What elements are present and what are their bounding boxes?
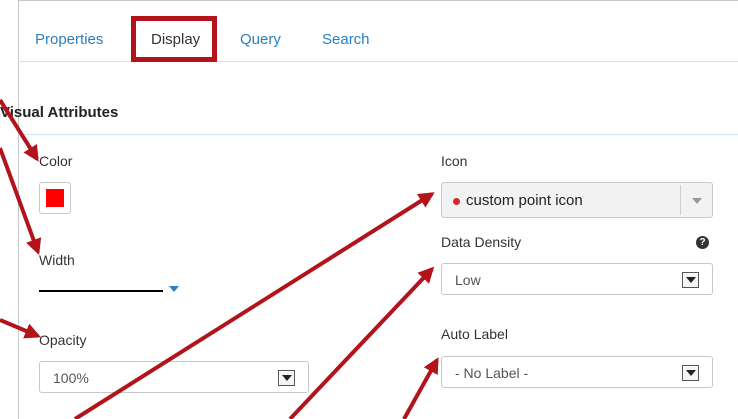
dropdown-arrow-icon	[682, 272, 699, 288]
opacity-select[interactable]: 100%	[39, 361, 309, 393]
tab-search[interactable]: Search	[322, 31, 370, 48]
dropdown-arrow-icon	[278, 370, 295, 386]
auto-label-label: Auto Label	[441, 326, 508, 342]
select-divider	[680, 185, 681, 215]
auto-label-value: - No Label -	[455, 365, 529, 381]
tab-properties[interactable]: Properties	[35, 31, 103, 48]
icon-label: Icon	[441, 153, 468, 169]
line-width-sample	[39, 290, 163, 292]
icon-value: custom point icon	[466, 192, 583, 209]
help-icon[interactable]: ?	[696, 236, 709, 249]
color-picker-button[interactable]	[39, 182, 71, 214]
opacity-value: 100%	[53, 370, 89, 386]
data-density-select[interactable]: Low	[441, 263, 713, 295]
color-swatch-fill	[46, 189, 64, 207]
chevron-down-icon	[169, 286, 179, 292]
opacity-label: Opacity	[39, 332, 87, 348]
dropdown-arrow-icon	[682, 365, 699, 381]
width-label: Width	[39, 252, 75, 268]
icon-select[interactable]: custom point icon	[441, 182, 713, 218]
color-label: Color	[39, 153, 73, 169]
tab-display-highlight	[131, 16, 217, 62]
tab-bar: Properties Display Query Search	[18, 0, 738, 62]
point-icon	[453, 198, 460, 205]
chevron-down-icon	[692, 198, 702, 204]
width-picker[interactable]	[39, 280, 181, 296]
section-title: Visual Attributes	[0, 104, 119, 121]
data-density-label: Data Density	[441, 234, 522, 250]
section-divider	[18, 134, 738, 135]
data-density-value: Low	[455, 272, 481, 288]
tab-query[interactable]: Query	[240, 31, 281, 48]
auto-label-select[interactable]: - No Label -	[441, 356, 713, 388]
